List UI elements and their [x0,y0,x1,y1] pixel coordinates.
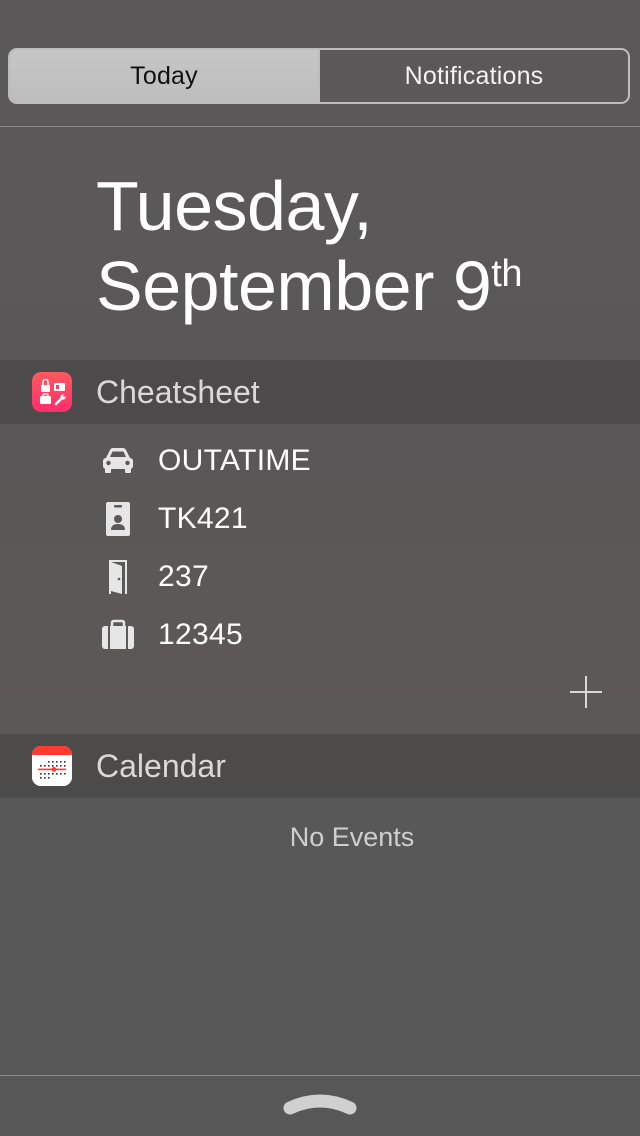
cheatsheet-item-text: OUTATIME [158,444,311,477]
id-badge-icon [96,497,140,541]
calendar-widget-header[interactable]: Calendar [0,734,640,798]
date-weekday: Tuesday, [96,167,373,245]
date-month-day: September 9th [96,246,522,326]
top-divider [0,126,640,127]
car-icon [96,439,140,483]
cheatsheet-item[interactable]: TK421 [96,494,576,544]
door-icon [96,555,140,599]
cheatsheet-widget-header[interactable]: Cheatsheet [0,360,640,424]
cheatsheet-item-text: TK421 [158,502,248,535]
plus-icon [570,676,602,708]
bottom-divider [0,1075,640,1076]
cheatsheet-item[interactable]: 12345 [96,610,576,660]
cheatsheet-item[interactable]: 237 [96,552,576,602]
no-events-text: No Events [289,822,415,852]
calendar-app-icon [32,746,72,786]
suitcase-icon [96,613,140,657]
tab-today-label: Today [130,61,198,90]
tab-today[interactable]: Today [10,50,318,102]
close-grabber-handle[interactable] [282,1088,358,1122]
date-heading: Tuesday, September 9th [96,166,522,326]
date-ordinal-suffix: th [491,253,522,295]
grabber-handle-icon [283,1094,357,1115]
today-notifications-segmented-control: Today Notifications [8,48,630,104]
date-month-day-text: September 9 [96,247,492,325]
cheatsheet-title: Cheatsheet [96,374,260,410]
tab-notifications-label: Notifications [404,61,544,90]
add-item-button[interactable] [566,672,606,712]
calendar-title: Calendar [96,748,226,784]
tab-notifications[interactable]: Notifications [318,50,628,102]
cheatsheet-item-text: 12345 [158,618,243,651]
cheatsheet-app-icon [32,372,72,412]
cheatsheet-item[interactable]: OUTATIME [96,436,576,486]
cheatsheet-item-text: 237 [158,560,209,593]
